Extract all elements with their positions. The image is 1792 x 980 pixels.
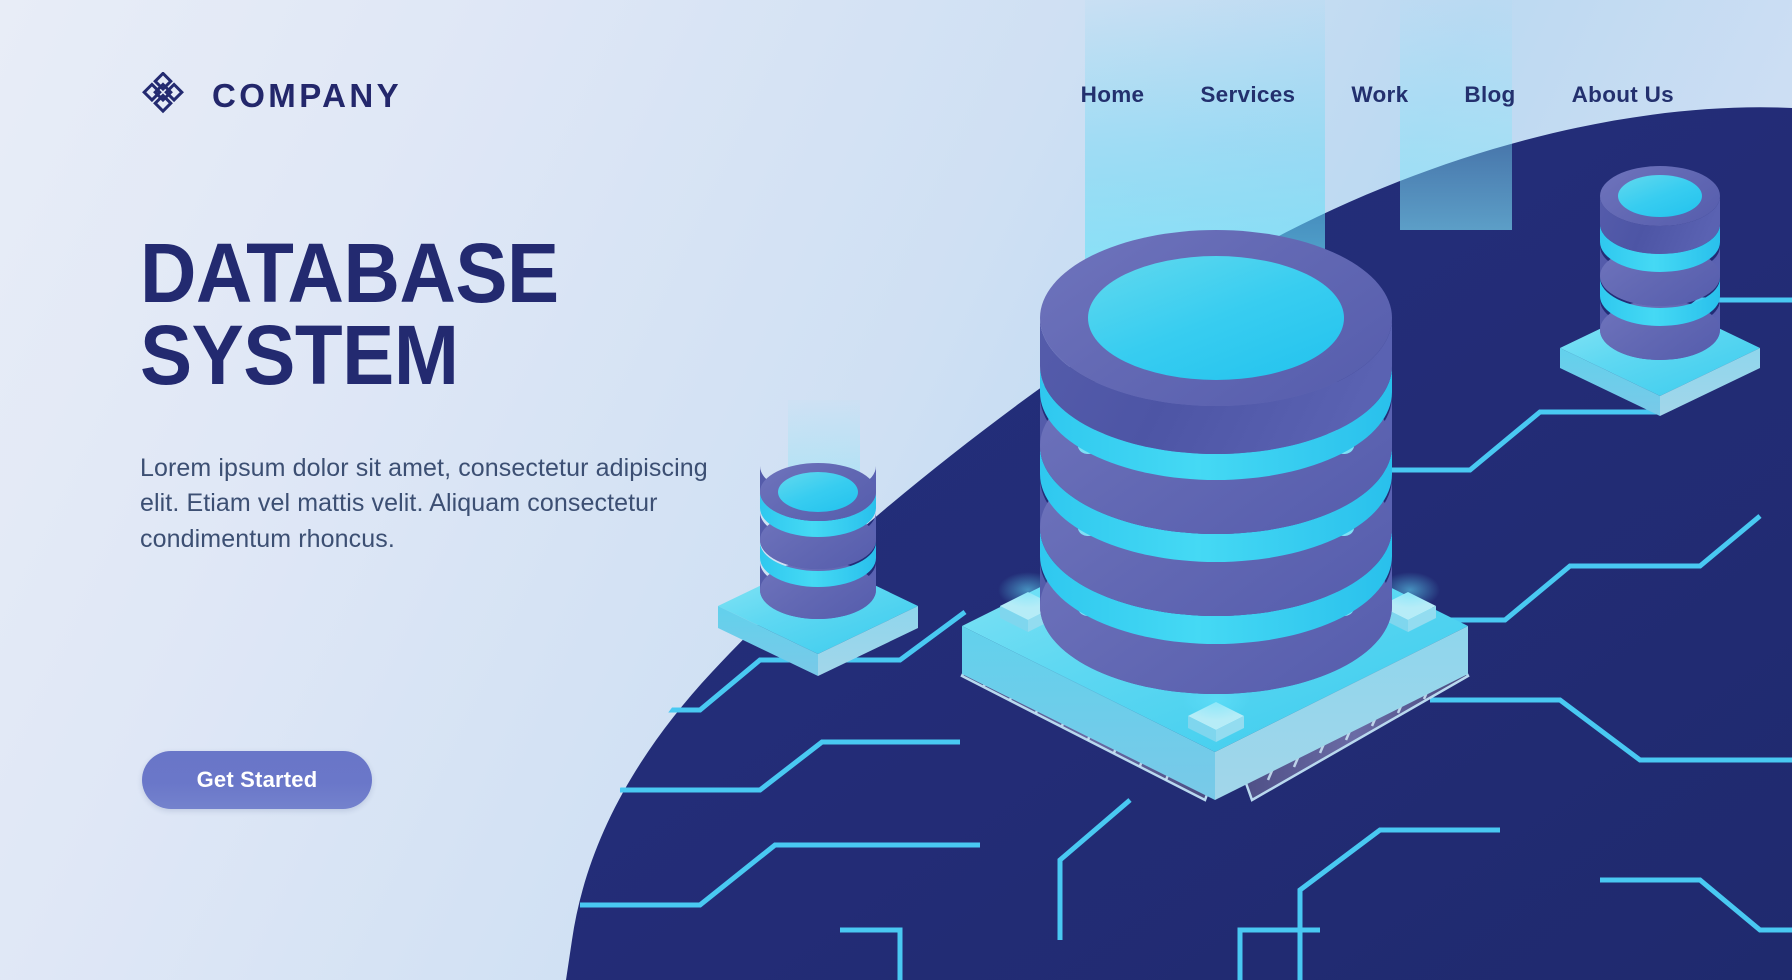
nav-item-blog[interactable]: Blog: [1464, 82, 1515, 108]
site-header: COMPANY Home Services Work Blog About Us: [0, 0, 1792, 190]
nav-item-home[interactable]: Home: [1081, 82, 1145, 108]
main-nav: Home Services Work Blog About Us: [1081, 82, 1674, 108]
page-title-line-2: SYSTEM: [140, 308, 459, 403]
diamond-lattice-logo-icon: [142, 72, 184, 114]
nav-item-about-us[interactable]: About Us: [1572, 82, 1674, 108]
main-db-top-face: [1088, 256, 1344, 380]
brand[interactable]: COMPANY: [140, 72, 402, 118]
nav-item-services[interactable]: Services: [1200, 82, 1295, 108]
nav-item-work[interactable]: Work: [1351, 82, 1408, 108]
brand-name: COMPANY: [212, 76, 403, 114]
get-started-button[interactable]: Get Started: [142, 751, 372, 809]
page-title: DATABASE SYSTEM: [140, 231, 754, 403]
page-title-line-1: DATABASE: [140, 226, 559, 320]
right-db-cylinder: [1600, 166, 1720, 360]
main-database-cylinder: [1040, 230, 1392, 694]
landing-page: COMPANY Home Services Work Blog About Us…: [0, 0, 1792, 980]
hero-copy: DATABASE SYSTEM Lorem ipsum dolor sit am…: [140, 231, 800, 557]
hero-paragraph: Lorem ipsum dolor sit amet, consectetur …: [140, 453, 708, 553]
